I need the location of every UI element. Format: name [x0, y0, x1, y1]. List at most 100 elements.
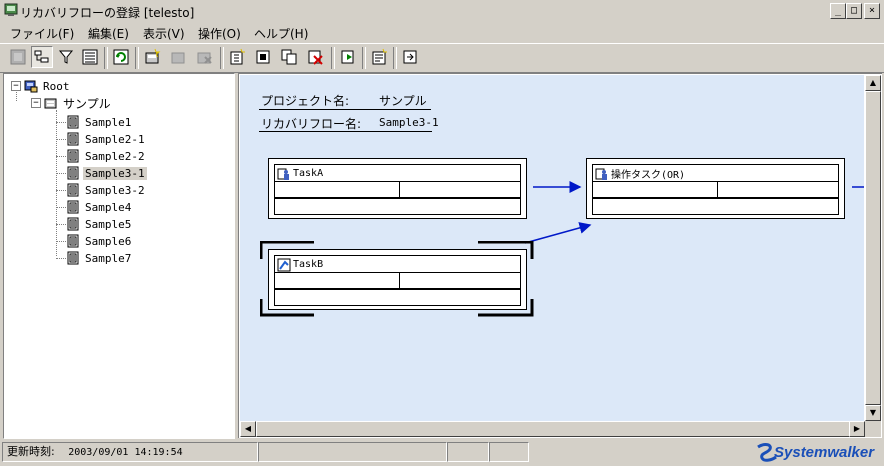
tree-root[interactable]: Root — [24, 78, 72, 94]
scroll-down-button[interactable]: ▼ — [865, 405, 881, 421]
new-project-button[interactable] — [141, 46, 163, 68]
title-bar: リカバリフローの登録 [telesto] _ □ × — [0, 0, 884, 23]
new-flow-button[interactable] — [226, 46, 248, 68]
task-node-b[interactable]: TaskB — [268, 249, 527, 310]
root-expander[interactable]: − — [11, 81, 21, 91]
tree-connector — [16, 92, 17, 101]
properties-button[interactable] — [7, 46, 29, 68]
tree-project-label: サンプル — [63, 96, 111, 111]
project-icon — [44, 98, 57, 109]
tree-flow-item[interactable]: Sample7 — [66, 250, 133, 266]
filter-button[interactable] — [55, 46, 77, 68]
tree-flow-label: Sample6 — [85, 234, 132, 248]
tree-flow-label: Sample3-2 — [85, 183, 145, 197]
flow-properties-icon — [372, 48, 387, 65]
open-flow-icon — [256, 50, 270, 64]
task-row — [274, 288, 521, 306]
task-auto-icon — [277, 258, 291, 271]
menu-help[interactable]: ヘルプ(H) — [254, 25, 308, 42]
tree-flow-item[interactable]: Sample3-1 — [66, 165, 147, 181]
status-field-2 — [258, 442, 447, 462]
underline — [259, 131, 432, 132]
run-flow-button[interactable] — [337, 46, 359, 68]
copy-flow-icon — [281, 49, 297, 65]
root-server-icon — [24, 80, 38, 93]
tree-project[interactable]: サンプル — [44, 95, 113, 111]
task-person-icon — [595, 168, 607, 180]
delete-flow-icon — [308, 50, 323, 65]
menu-file[interactable]: ファイル(F) — [10, 25, 74, 42]
tree-root-label: Root — [43, 79, 70, 93]
menu-view[interactable]: 表示(V) — [143, 25, 185, 42]
flow-document-icon — [67, 149, 79, 163]
scroll-up-button[interactable]: ▲ — [865, 75, 881, 91]
task-row — [274, 197, 521, 215]
refresh-button[interactable] — [110, 46, 132, 68]
new-flow-icon — [230, 48, 245, 65]
flow-name-label: リカバリフロー名: — [261, 117, 362, 131]
edit-project-button[interactable] — [167, 46, 189, 68]
open-flow-button[interactable] — [252, 46, 274, 68]
tree-flow-item[interactable]: Sample1 — [66, 114, 133, 130]
tree-flow-item[interactable]: Sample6 — [66, 233, 133, 249]
menu-operation[interactable]: 操作(O) — [198, 25, 241, 42]
flow-document-icon — [67, 200, 79, 214]
task-name: TaskA — [293, 168, 324, 179]
flow-canvas[interactable]: プロジェクト名: サンプル リカバリフロー名: Sample3-1 TaskA — [238, 73, 882, 438]
minimize-button[interactable]: _ — [830, 3, 846, 19]
menu-edit[interactable]: 編集(E) — [88, 25, 129, 42]
tree-connector — [56, 241, 66, 242]
status-bar: 更新時刻: 2003/09/01 14:19:54 — [0, 440, 884, 466]
flow-properties-button[interactable] — [368, 46, 390, 68]
tree-connector — [56, 122, 66, 123]
underline — [259, 109, 431, 110]
task-node-or[interactable]: 操作タスク(OR) — [586, 158, 845, 219]
project-name-value: サンプル — [379, 94, 427, 108]
tree-connector — [56, 110, 57, 256]
maximize-button[interactable]: □ — [846, 3, 862, 19]
tree-flow-item[interactable]: Sample3-2 — [66, 182, 147, 198]
list-view-button[interactable] — [79, 46, 101, 68]
vertical-scroll-thumb[interactable] — [865, 91, 881, 405]
scroll-corner — [865, 421, 881, 437]
flow-document-icon — [67, 166, 79, 180]
flow-document-icon — [67, 234, 79, 248]
status-update-time: 更新時刻: 2003/09/01 14:19:54 — [2, 442, 258, 462]
flow-document-icon — [67, 115, 79, 129]
tree-connector — [56, 224, 66, 225]
list-view-icon — [82, 49, 98, 65]
scroll-left-button[interactable]: ◀ — [240, 421, 256, 437]
tree-flow-item[interactable]: Sample2-2 — [66, 148, 147, 164]
flow-document-icon — [67, 132, 79, 146]
scroll-right-button[interactable]: ▶ — [849, 421, 865, 437]
flow-document-icon — [67, 217, 79, 231]
app-icon — [4, 3, 18, 16]
systemwalker-logo: Systemwalker — [757, 443, 875, 462]
tree-flow-item[interactable]: Sample2-1 — [66, 131, 147, 147]
close-button[interactable]: × — [864, 3, 880, 19]
horizontal-scroll-thumb[interactable] — [256, 421, 851, 437]
status-field-4 — [489, 442, 529, 462]
edit-project-icon — [171, 52, 185, 64]
delete-project-button[interactable] — [193, 46, 215, 68]
tree-flow-item[interactable]: Sample4 — [66, 199, 133, 215]
svg-text:Systemwalker: Systemwalker — [774, 444, 875, 461]
copy-flow-button[interactable] — [278, 46, 300, 68]
delete-flow-button[interactable] — [304, 46, 326, 68]
horizontal-scrollbar[interactable]: ◀ ▶ — [240, 421, 865, 437]
project-tree[interactable]: − Root − サンプル Sample1 Sample2-1 Sample2-2 S… — [3, 73, 235, 439]
task-node-a[interactable]: TaskA — [268, 158, 527, 219]
vertical-scrollbar[interactable]: ▲ ▼ — [865, 75, 881, 421]
tree-flow-item[interactable]: Sample5 — [66, 216, 133, 232]
export-button[interactable] — [399, 46, 421, 68]
project-expander[interactable]: − — [31, 98, 41, 108]
toolbar-separator — [220, 47, 224, 69]
status-field-3 — [447, 442, 489, 462]
tree-connector — [56, 173, 66, 174]
task-name: TaskB — [293, 259, 324, 270]
tree-flow-label: Sample7 — [85, 251, 132, 265]
export-icon — [403, 50, 417, 64]
tree-view-button[interactable] — [31, 46, 53, 68]
flow-diagram-area[interactable]: プロジェクト名: サンプル リカバリフロー名: Sample3-1 TaskA — [240, 75, 864, 421]
tree-flow-label: Sample2-1 — [85, 132, 145, 146]
